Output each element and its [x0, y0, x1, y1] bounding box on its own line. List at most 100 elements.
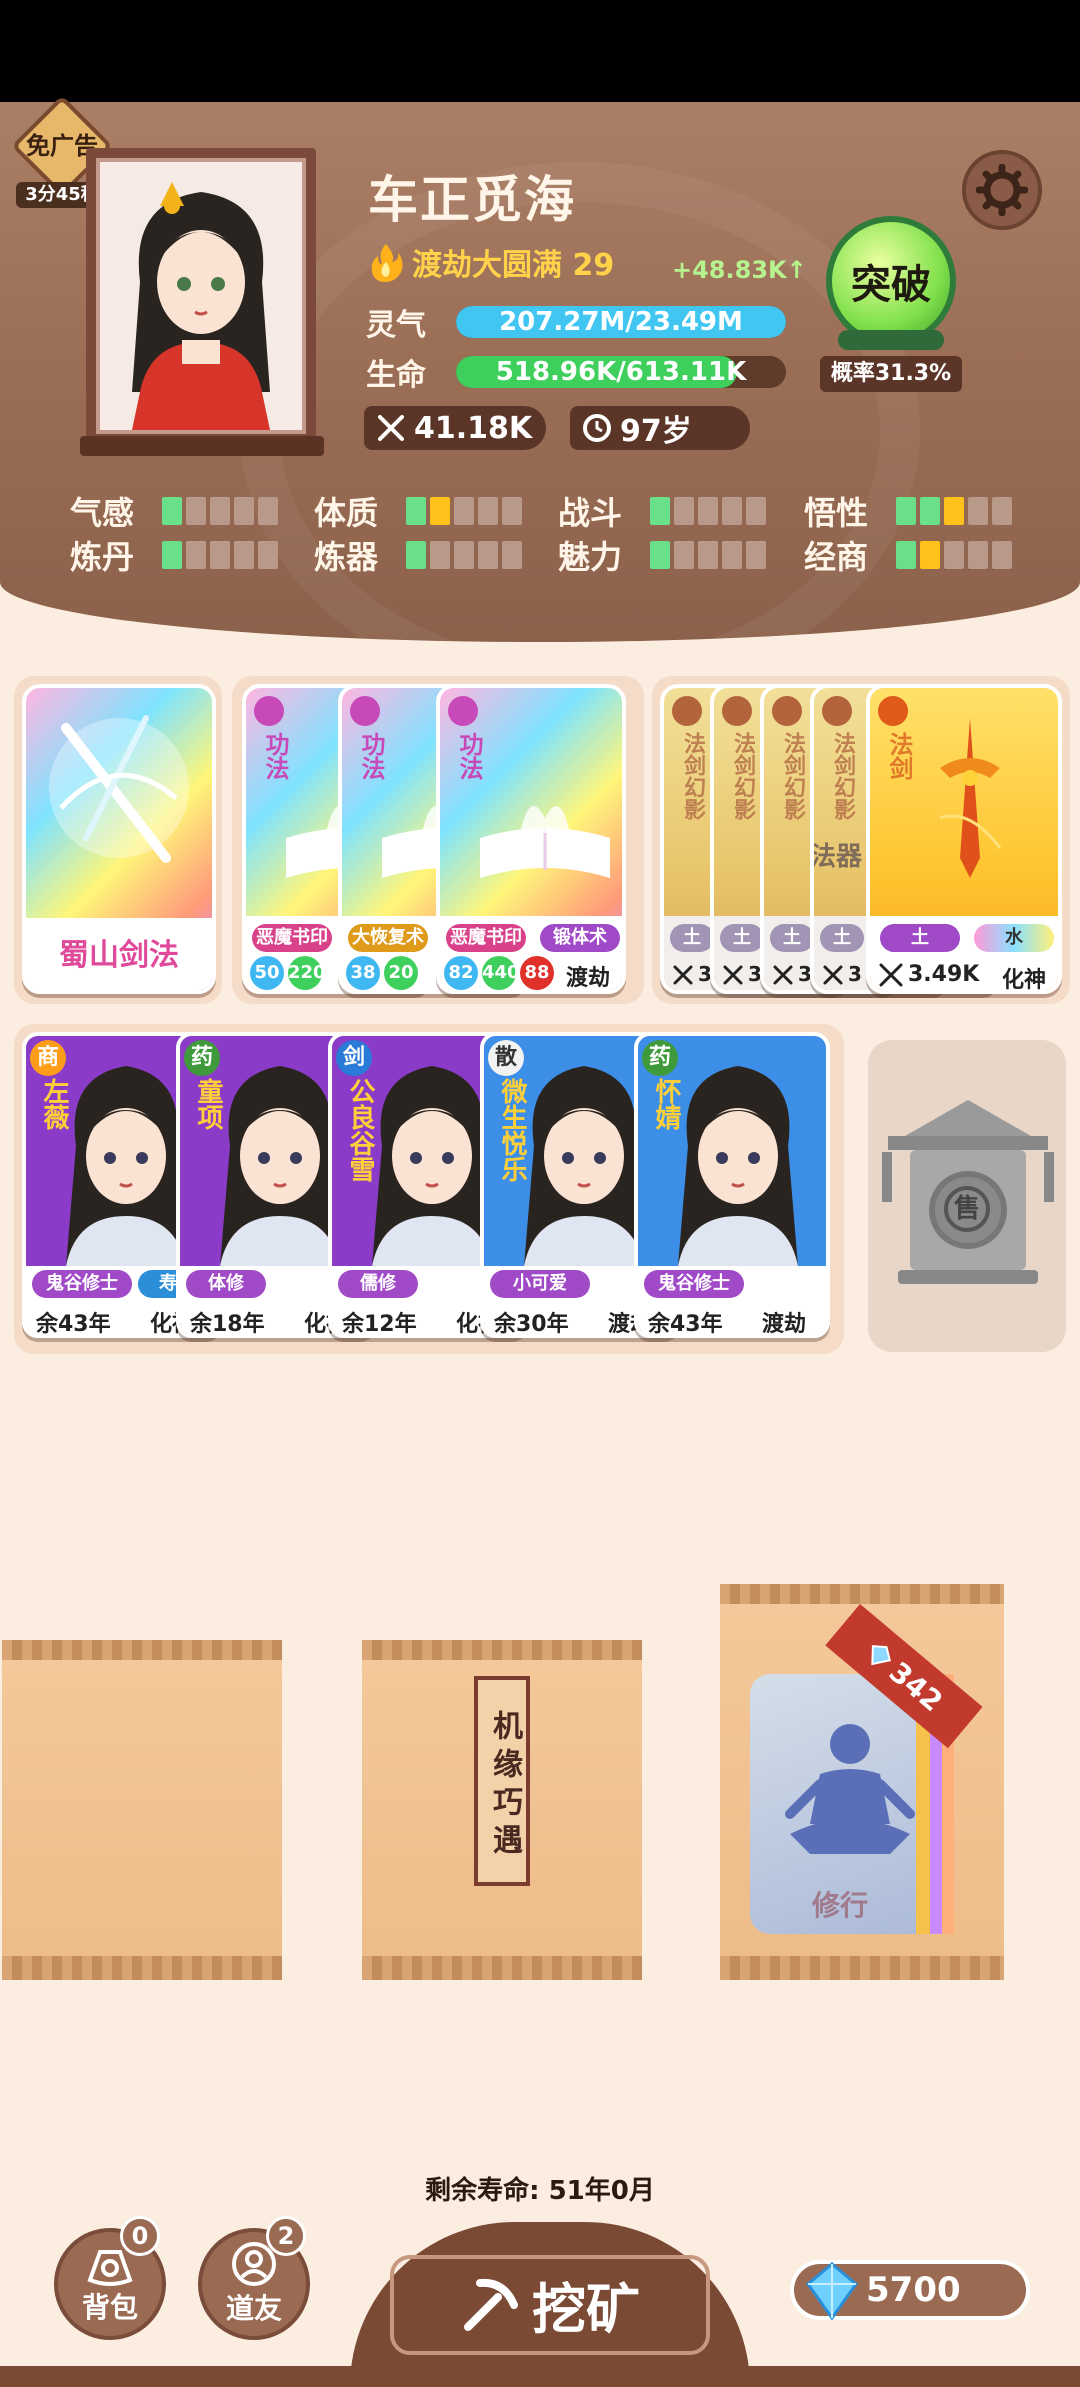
weapon-realm: 化神 — [1002, 968, 1047, 993]
companion-card[interactable]: 药怀婧 鬼谷修士 余43年 渡劫 — [634, 1032, 830, 1338]
breakthrough-button[interactable]: 突破 — [826, 216, 956, 346]
remaining-lifespan: 剩余寿命: 51年0月 — [425, 2176, 655, 2206]
gongfa-type-icon — [254, 696, 284, 726]
gongfa-realm: 渡劫 — [566, 966, 611, 991]
lingqi-bar: 207.27M/23.49M — [456, 306, 786, 338]
friends-count: 2 — [266, 2216, 306, 2256]
attribute-2: 战斗 — [558, 488, 766, 534]
weapon-stack-label: 法剑幻影 — [830, 732, 855, 820]
companion-role-badge: 剑 — [336, 1040, 372, 1076]
player-portrait[interactable] — [86, 148, 316, 444]
attribute-level-pips — [406, 541, 522, 569]
settings-button[interactable] — [962, 150, 1042, 230]
level-pip — [258, 497, 278, 525]
life-value: 518.96K/613.11K — [495, 357, 747, 387]
gongfa-type-icon — [448, 696, 478, 726]
bag-label: 背包 — [81, 2291, 138, 2324]
attribute-0: 气感 — [70, 488, 278, 534]
level-pip — [674, 541, 694, 569]
weapon-stack-element: 土 — [670, 924, 714, 952]
level-pip — [896, 497, 916, 525]
level-pip — [722, 497, 742, 525]
swords-icon — [378, 415, 404, 441]
gongfa-stat-1: 38 — [346, 956, 380, 990]
gem-balance[interactable]: 5700 — [790, 2260, 1030, 2321]
level-pip — [430, 497, 450, 525]
companion-tag: 鬼谷修士 — [32, 1270, 132, 1298]
attribute-name: 体质 — [314, 494, 379, 532]
companion-name: 微生悦乐 — [497, 1078, 527, 1182]
weapon-type-icon — [878, 696, 908, 726]
sword-emblem-icon — [49, 715, 189, 863]
weapon-card[interactable]: 法剑土水 3.49K 化神 — [866, 684, 1062, 994]
sell-label: 售 — [944, 1186, 990, 1232]
meditation-icon — [785, 1724, 915, 1854]
gongfa-card[interactable]: 功法 恶魔书印 82 440 锻体术 88 渡劫 — [436, 684, 626, 994]
level-pip — [968, 497, 988, 525]
companion-realm: 渡劫 — [762, 1312, 807, 1337]
level-pip — [454, 541, 474, 569]
level-pip — [210, 541, 230, 569]
attribute-level-pips — [896, 541, 1012, 569]
attribute-level-pips — [406, 497, 522, 525]
player-name: 车正觅海 — [368, 171, 576, 229]
swords-icon — [823, 965, 843, 985]
companion-role-badge: 药 — [184, 1040, 220, 1076]
book-icon — [480, 806, 610, 878]
companion-lifespan: 余12年 — [342, 1312, 417, 1337]
gongfa-stat-1: 82 — [444, 956, 478, 990]
gongfa-type: 功法 — [357, 732, 385, 780]
player-age-value: 97岁 — [620, 414, 692, 449]
level-pip — [502, 541, 522, 569]
attribute-7: 经商 — [804, 532, 1012, 578]
weapon-stack-element: 土 — [720, 924, 764, 952]
bag-count: 0 — [120, 2216, 160, 2256]
technique-name: 蜀山剑法 — [26, 918, 212, 990]
gongfa-tag: 大恢复术 — [348, 924, 428, 952]
weapon-type-icon — [722, 696, 752, 726]
attribute-name: 炼丹 — [70, 538, 135, 576]
sell-slot[interactable]: 售 — [868, 1040, 1066, 1352]
level-pip — [162, 497, 182, 525]
gongfa-stat-2: 20 — [384, 956, 418, 990]
level-pip — [920, 541, 940, 569]
player-age: 97岁 — [570, 406, 750, 450]
gongfa-tag-2: 锻体术 — [540, 924, 620, 952]
level-pip — [746, 497, 766, 525]
clock-icon — [583, 414, 611, 442]
gongfa-stat-1: 50 — [250, 956, 284, 990]
level-pip — [674, 497, 694, 525]
companion-name: 公良谷雪 — [345, 1078, 375, 1182]
mine-button[interactable]: 挖矿 — [350, 2222, 750, 2387]
attribute-4: 炼丹 — [70, 532, 278, 578]
attribute-name: 炼器 — [314, 538, 379, 576]
life-bar: 518.96K/613.11K — [456, 356, 786, 388]
level-pip — [258, 541, 278, 569]
gongfa-type: 功法 — [261, 732, 289, 780]
gongfa-stat-2: 440 — [482, 956, 520, 990]
companion-lifespan: 余43年 — [36, 1312, 111, 1337]
level-pip — [406, 541, 426, 569]
companion-tag: 小可爱 — [490, 1270, 590, 1298]
level-pip — [722, 541, 742, 569]
level-pip — [992, 497, 1012, 525]
level-pip — [944, 541, 964, 569]
gem-count: 5700 — [866, 2270, 961, 2310]
weapon-type-icon — [772, 696, 802, 726]
level-pip — [234, 541, 254, 569]
level-pip — [650, 497, 670, 525]
attribute-name: 魅力 — [558, 538, 623, 576]
status-bar — [0, 0, 1080, 102]
gongfa-tag: 恶魔书印 — [252, 924, 332, 952]
weapon-type-icon — [672, 696, 702, 726]
lingqi-row: 灵气 207.27M/23.49M — [366, 302, 786, 343]
cultivation-pack-label: 修行 — [811, 1889, 868, 1922]
weapon-stack-category: 法器 — [810, 842, 863, 872]
pack-empty[interactable] — [2, 1640, 282, 1980]
level-pip — [944, 497, 964, 525]
power-growth: +48.83K↑ — [672, 256, 807, 284]
player-realm: 渡劫大圆满 29 — [366, 240, 614, 284]
companion-name: 童项 — [193, 1078, 223, 1130]
technique-card[interactable]: 蜀山剑法 — [22, 684, 216, 994]
attribute-name: 气感 — [70, 494, 135, 532]
